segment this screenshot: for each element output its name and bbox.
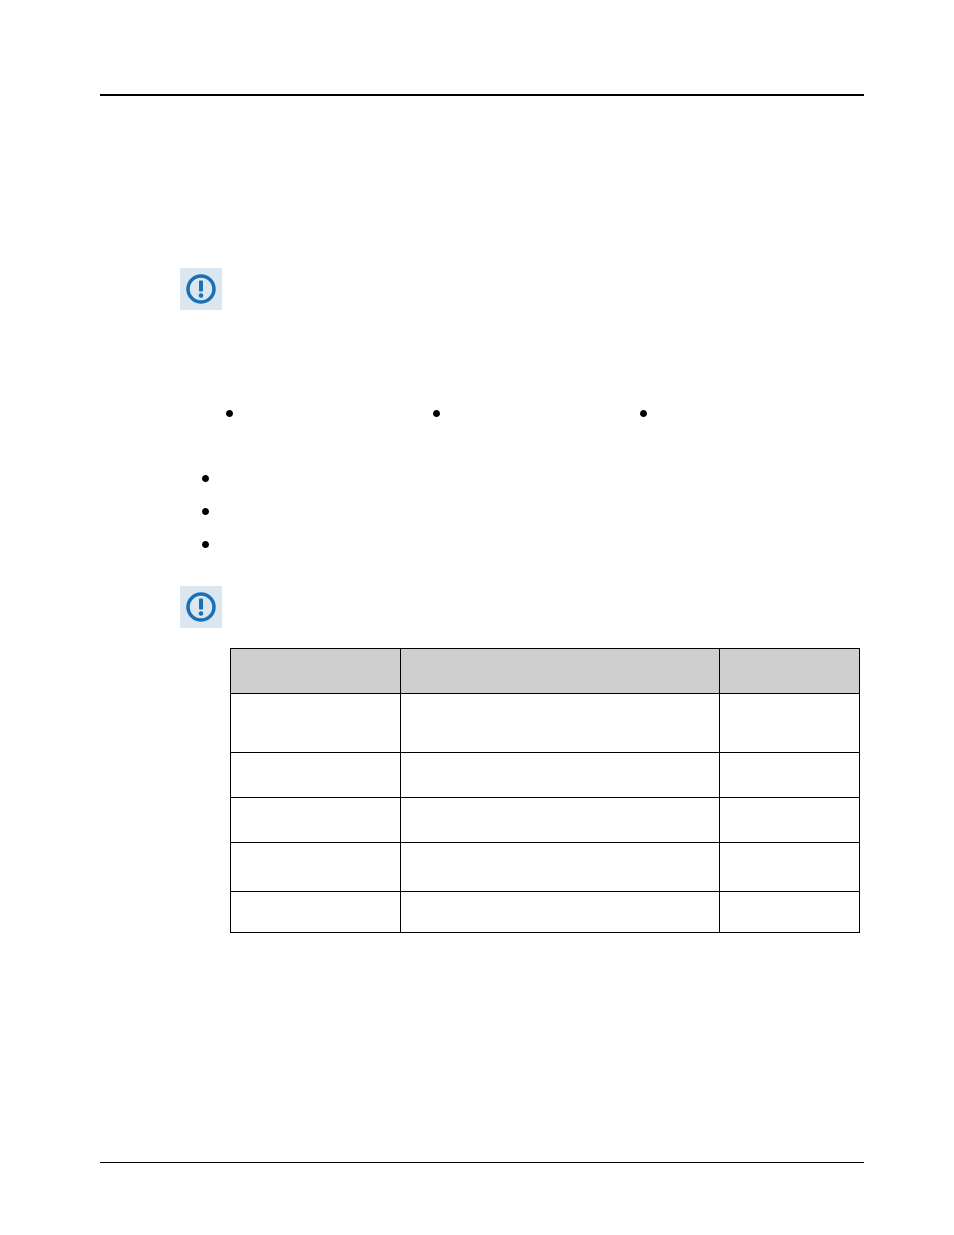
header <box>100 60 864 90</box>
footer-rule <box>100 1162 864 1163</box>
table-cell <box>720 753 860 798</box>
h-bullet-2 <box>433 410 450 417</box>
table-cell <box>231 694 401 753</box>
table-cell <box>400 798 719 843</box>
h-bullet-3 <box>640 410 657 417</box>
table-row <box>231 753 860 798</box>
bullet-dot-icon <box>202 541 209 548</box>
footer-line <box>100 1169 864 1183</box>
table-cell <box>720 798 860 843</box>
important-icon <box>180 268 222 310</box>
table-cell <box>231 798 401 843</box>
v-bullet-2 <box>202 508 844 515</box>
page <box>0 0 954 1235</box>
table-header-cell <box>400 649 719 694</box>
bullet-dot-icon <box>202 475 209 482</box>
table-container <box>230 648 844 933</box>
table-cell <box>400 892 719 933</box>
table-row <box>231 843 860 892</box>
horizontal-bullet-row <box>180 410 844 417</box>
table-cell <box>231 753 401 798</box>
bullet-dot-icon <box>433 410 440 417</box>
h-bullet-1 <box>226 410 243 417</box>
table-cell <box>720 892 860 933</box>
table-cell <box>400 694 719 753</box>
v-bullet-1 <box>202 475 844 482</box>
table-row <box>231 892 860 933</box>
notice-1-text <box>236 268 844 310</box>
vertical-bullet-list <box>180 475 844 548</box>
table-cell <box>720 694 860 753</box>
important-icon <box>180 586 222 628</box>
bullet-dot-icon <box>226 410 233 417</box>
table-cell <box>720 843 860 892</box>
notice-block-1 <box>180 268 844 310</box>
spacer <box>180 330 844 390</box>
bullet-dot-icon <box>202 508 209 515</box>
data-table <box>230 648 860 933</box>
table-cell <box>400 843 719 892</box>
table-row <box>231 798 860 843</box>
notice-block-2 <box>180 586 844 628</box>
table-cell <box>231 892 401 933</box>
footer <box>100 1162 864 1183</box>
table-header-row <box>231 649 860 694</box>
spacer <box>180 447 844 469</box>
table-header-cell <box>231 649 401 694</box>
notice-2-text <box>236 586 844 628</box>
table-row <box>231 694 860 753</box>
table-header-cell <box>720 649 860 694</box>
spacer <box>180 118 844 268</box>
v-bullet-3 <box>202 541 844 548</box>
spacer <box>180 574 844 586</box>
header-rule <box>100 94 864 96</box>
table-cell <box>231 843 401 892</box>
table-cell <box>400 753 719 798</box>
content-area <box>180 118 844 933</box>
bullet-dot-icon <box>640 410 647 417</box>
